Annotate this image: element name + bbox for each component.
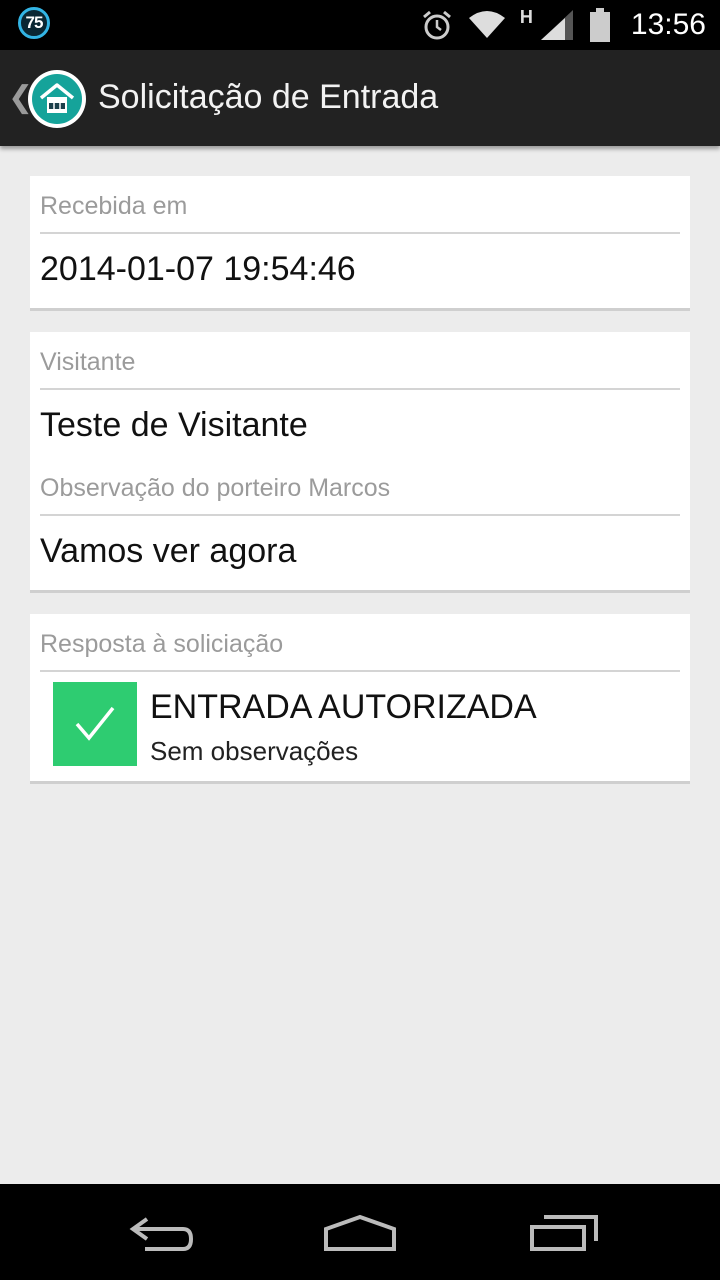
note-label: Observação do porteiro Marcos bbox=[40, 474, 391, 502]
house-icon[interactable] bbox=[28, 70, 86, 128]
visitor-value: Teste de Visitante bbox=[40, 406, 308, 444]
action-bar: ❮ Solicitação de Entrada bbox=[0, 50, 720, 146]
divider bbox=[40, 388, 680, 390]
note-value: Vamos ver agora bbox=[40, 532, 297, 570]
network-type: H bbox=[519, 6, 533, 27]
recents-icon bbox=[530, 1215, 598, 1251]
divider bbox=[40, 670, 680, 672]
page-title: Solicitação de Entrada bbox=[98, 78, 439, 116]
response-label: Resposta à soliciação bbox=[40, 630, 284, 658]
received-card: Recebida em 2014-01-07 19:54:46 bbox=[30, 176, 690, 311]
home-button[interactable] bbox=[320, 1208, 400, 1258]
signal-icon bbox=[540, 10, 573, 40]
clock: 13:56 bbox=[630, 8, 706, 41]
divider bbox=[40, 232, 680, 234]
back-button[interactable] bbox=[120, 1208, 200, 1258]
wifi-icon bbox=[468, 11, 505, 38]
status-bar: 75 H 13:56 bbox=[0, 0, 720, 50]
alarm-icon bbox=[422, 10, 451, 40]
navigation-bar bbox=[0, 1184, 720, 1280]
status-subtitle: Sem observações bbox=[150, 736, 359, 766]
status-title: ENTRADA AUTORIZADA bbox=[150, 688, 537, 726]
received-value: 2014-01-07 19:54:46 bbox=[40, 250, 356, 288]
visitor-card: Visitante Teste de Visitante Observação … bbox=[30, 332, 690, 593]
received-label: Recebida em bbox=[40, 192, 188, 220]
battery-icon bbox=[589, 8, 610, 42]
home-icon bbox=[324, 1214, 396, 1251]
status-icons: H 13:56 bbox=[420, 0, 706, 50]
notification-badge: 75 bbox=[18, 7, 50, 39]
response-card: Resposta à soliciação ENTRADA AUTORIZADA… bbox=[30, 614, 690, 784]
checkmark-icon bbox=[75, 706, 115, 741]
back-icon bbox=[129, 1217, 194, 1251]
status-indicator bbox=[53, 682, 137, 766]
visitor-label: Visitante bbox=[40, 348, 136, 376]
divider bbox=[40, 514, 680, 516]
recents-button[interactable] bbox=[522, 1208, 602, 1258]
